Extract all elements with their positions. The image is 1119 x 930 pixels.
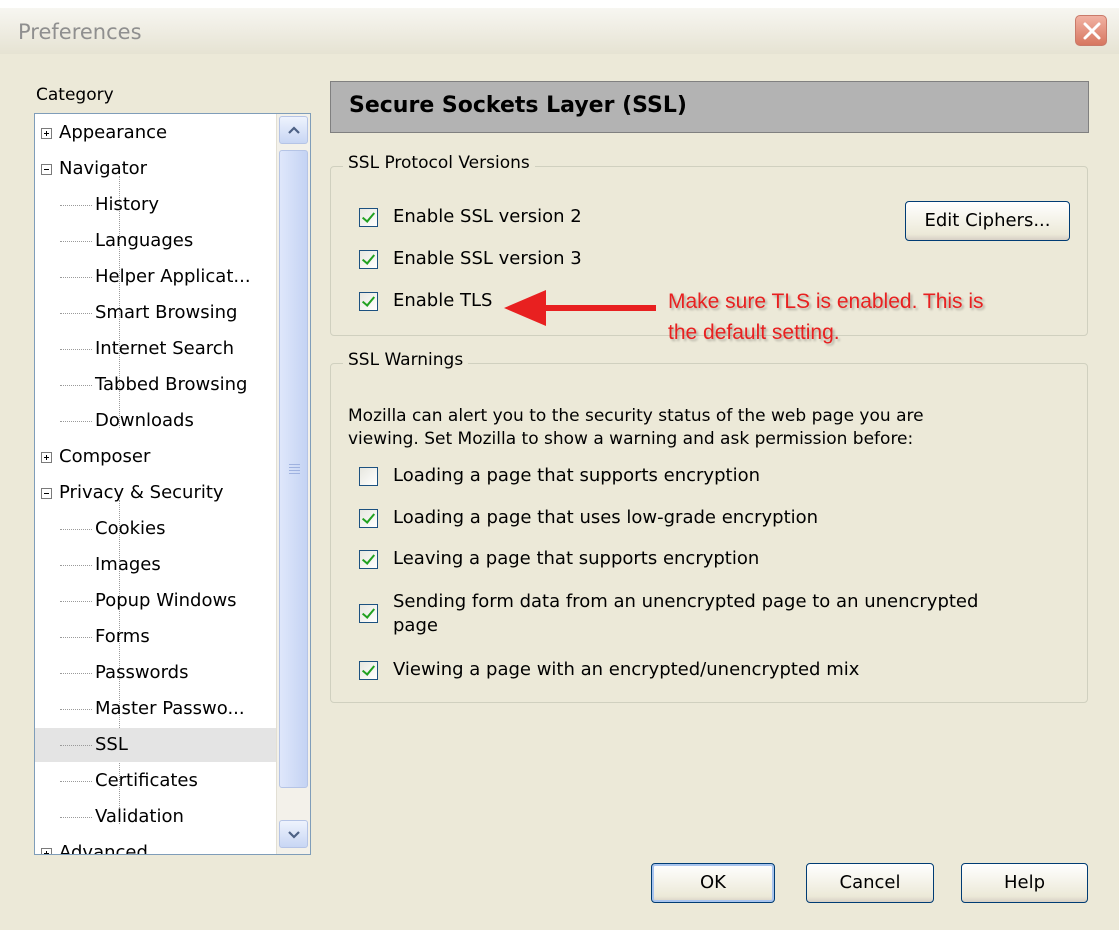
ok-button[interactable]: OK <box>651 863 775 903</box>
tree-item-master-password[interactable]: Master Passwo... <box>60 692 245 726</box>
tree-item-label: Privacy & Security <box>59 482 224 503</box>
warnings-description: Mozilla can alert you to the security st… <box>348 406 924 449</box>
category-label: Category <box>36 85 114 105</box>
tree-item-tabbed-browsing[interactable]: Tabbed Browsing <box>60 368 247 402</box>
tree-item-ssl[interactable]: SSL <box>35 728 276 762</box>
warn-loading-encrypted-checkbox[interactable] <box>359 467 378 486</box>
close-button[interactable] <box>1075 15 1107 46</box>
tree-item-history[interactable]: History <box>60 188 159 222</box>
tree-item-label: Composer <box>59 446 151 467</box>
title-bar: Preferences <box>0 8 1119 54</box>
tree-item-images[interactable]: Images <box>60 548 161 582</box>
enable-ssl3-checkbox[interactable] <box>359 250 378 269</box>
tree-scrollbar[interactable] <box>276 114 310 854</box>
expand-icon[interactable] <box>41 128 52 139</box>
tree-item-label: Navigator <box>59 158 148 179</box>
group-legend: SSL Protocol Versions <box>343 153 535 173</box>
collapse-icon[interactable] <box>41 164 52 175</box>
group-legend: SSL Warnings <box>343 350 469 370</box>
chevron-down-icon <box>288 831 300 839</box>
tree-item-passwords[interactable]: Passwords <box>60 656 188 690</box>
close-icon <box>1083 22 1101 40</box>
tree-item-forms[interactable]: Forms <box>60 620 150 654</box>
red-arrow-icon <box>504 290 656 326</box>
tree-item-label: Appearance <box>59 122 168 143</box>
tree-item-label: Advanced <box>59 842 148 855</box>
tree-item-downloads[interactable]: Downloads <box>60 404 194 438</box>
expand-icon[interactable] <box>41 848 52 854</box>
preferences-window: Preferences Category Appearance Navigato… <box>0 8 1119 930</box>
collapse-icon[interactable] <box>41 488 52 499</box>
warn-form-data-checkbox[interactable] <box>359 604 378 623</box>
tree-item-helper-applications[interactable]: Helper Applicat... <box>60 260 251 294</box>
scroll-up-button[interactable] <box>279 116 308 144</box>
tree-item-internet-search[interactable]: Internet Search <box>60 332 234 366</box>
chevron-up-icon <box>288 126 300 134</box>
tree-item-languages[interactable]: Languages <box>60 224 193 258</box>
category-tree[interactable]: Appearance Navigator History Languages H… <box>34 113 311 855</box>
tls-annotation: Make sure TLS is enabled. This is the de… <box>668 290 984 344</box>
cancel-button[interactable]: Cancel <box>806 863 934 903</box>
window-title: Preferences <box>18 20 142 44</box>
tree-item-popup-windows[interactable]: Popup Windows <box>60 584 237 618</box>
tree-item-certificates[interactable]: Certificates <box>60 764 198 798</box>
edit-ciphers-button[interactable]: Edit Ciphers... <box>905 201 1070 241</box>
scroll-thumb[interactable] <box>279 150 308 788</box>
warn-low-grade-checkbox[interactable] <box>359 509 378 528</box>
scroll-down-button[interactable] <box>279 820 308 848</box>
enable-tls-checkbox[interactable] <box>359 292 378 311</box>
tree-item-smart-browsing[interactable]: Smart Browsing <box>60 296 237 330</box>
panel-header: Secure Sockets Layer (SSL) <box>330 81 1089 133</box>
expand-icon[interactable] <box>41 452 52 463</box>
tree-item-validation[interactable]: Validation <box>60 800 184 834</box>
warn-leaving-encrypted-checkbox[interactable] <box>359 550 378 569</box>
tree-item-cookies[interactable]: Cookies <box>60 512 165 546</box>
enable-ssl2-checkbox[interactable] <box>359 208 378 227</box>
warn-mixed-content-checkbox[interactable] <box>359 661 378 680</box>
help-button[interactable]: Help <box>961 863 1088 903</box>
panel-title: Secure Sockets Layer (SSL) <box>349 93 687 118</box>
